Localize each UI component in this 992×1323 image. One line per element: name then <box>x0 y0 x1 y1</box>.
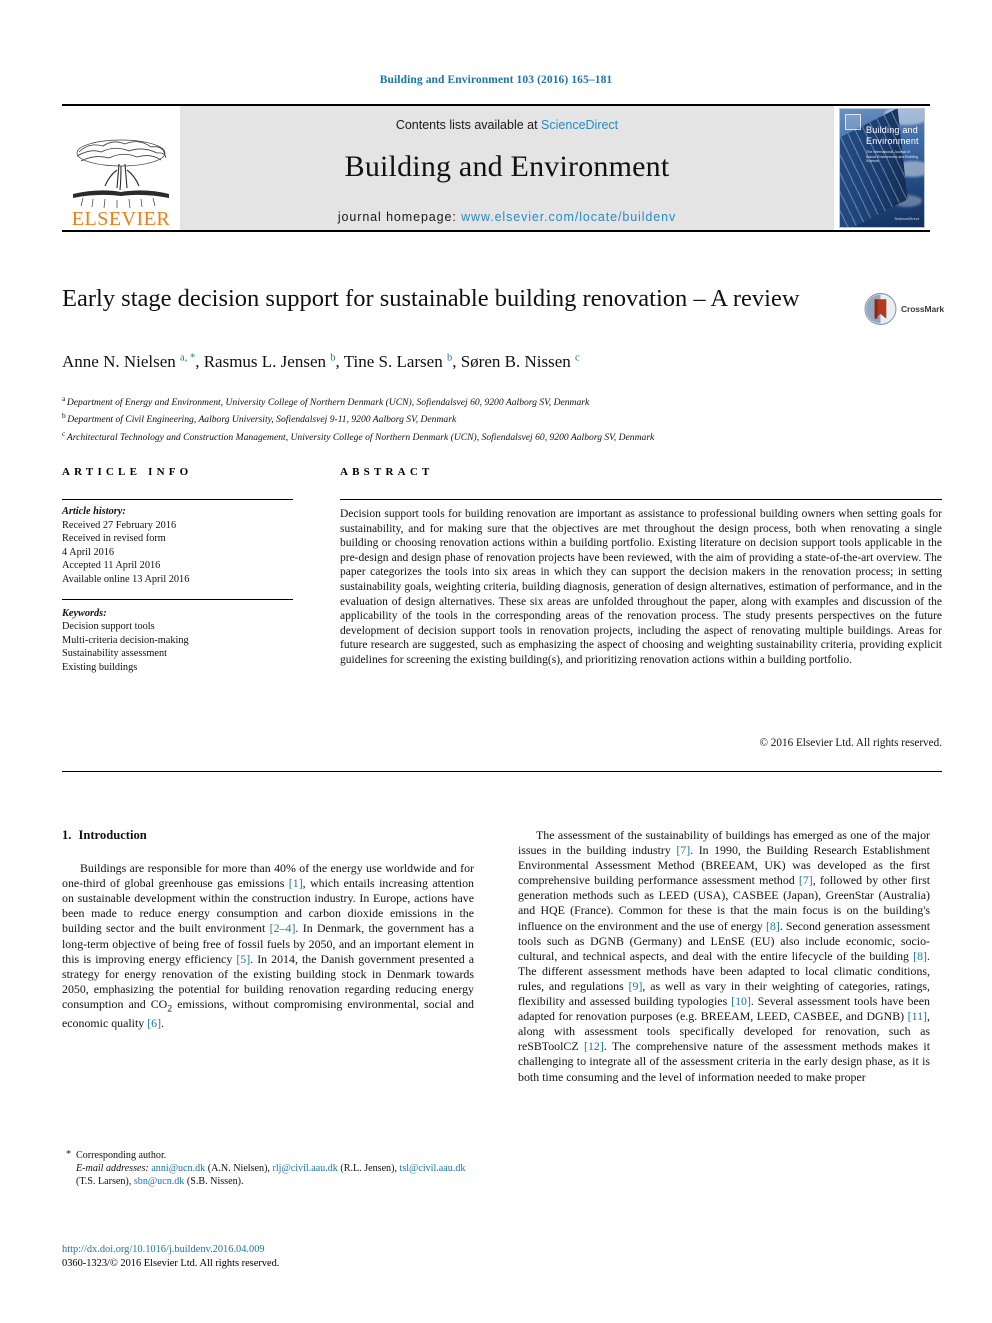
crossmark-badge[interactable]: CrossMark <box>864 288 944 330</box>
abstract-bottom-rule <box>62 771 942 772</box>
homepage-url-link[interactable]: www.elsevier.com/locate/buildenv <box>461 210 676 224</box>
keyword-item: Multi-criteria decision-making <box>62 634 189 646</box>
email-addresses-note: E-mail addresses: anni@ucn.dk (A.N. Niel… <box>62 1162 474 1188</box>
article-history-label: Article history: <box>62 506 126 517</box>
cover-elsevier-badge <box>845 114 861 130</box>
contents-prefix: Contents lists available at <box>395 118 542 132</box>
author-list: Anne N. Nielsen a, *, Rasmus L. Jensen b… <box>62 352 580 371</box>
cover-title: Building and Environment <box>866 125 919 146</box>
crossmark-label: CrossMark <box>900 304 944 314</box>
article-info-header: ARTICLE INFO <box>62 466 193 478</box>
corresponding-author-text: Corresponding author. <box>76 1150 167 1161</box>
keywords-divider <box>62 598 293 600</box>
email-label: E-mail addresses: <box>76 1163 149 1174</box>
corresponding-author-note: * Corresponding author. <box>62 1149 474 1162</box>
issn-copyright-line: 0360-1323/© 2016 Elsevier Ltd. All right… <box>62 1258 280 1269</box>
asterisk-icon: * <box>66 1149 72 1160</box>
journal-masthead: ELSEVIER Contents lists available at Sci… <box>62 104 930 232</box>
article-history-line: Available online 13 April 2016 <box>62 573 190 585</box>
affiliation-item: a Department of Energy and Environment, U… <box>62 392 942 409</box>
cover-corner-text: ScienceDirect <box>894 216 919 221</box>
journal-title: Building and Environment <box>344 150 670 183</box>
keyword-item: Existing buildings <box>62 661 138 673</box>
section-number: 1. <box>62 828 72 842</box>
paragraph: Buildings are responsible for more than … <box>62 861 474 1031</box>
elsevier-logo: ELSEVIER <box>62 106 180 230</box>
footnote-block: * Corresponding author. E-mail addresses:… <box>62 1149 474 1188</box>
crossmark-icon <box>864 293 897 325</box>
article-info-rule <box>62 499 293 500</box>
affiliation-text: Department of Energy and Environment, Un… <box>66 397 590 409</box>
affiliation-item: c Architectural Technology and Constructi… <box>62 427 942 444</box>
abstract-text: Decision support tools for building reno… <box>340 508 942 666</box>
article-history-line: 4 April 2016 <box>62 546 115 558</box>
sciencedirect-link[interactable]: ScienceDirect <box>541 118 618 132</box>
masthead-center: Contents lists available at ScienceDirec… <box>180 106 834 230</box>
doi-link[interactable]: http://dx.doi.org/10.1016/j.buildenv.201… <box>62 1243 474 1257</box>
section-heading-introduction: 1. Introduction <box>62 828 474 843</box>
article-history-line: Received 27 February 2016 <box>62 519 177 531</box>
abstract-header: ABSTRACT <box>340 466 434 478</box>
running-head: Building and Environment 103 (2016) 165–… <box>379 74 613 86</box>
elsevier-tree-icon <box>73 139 169 209</box>
article-history-line: Received in revised form <box>62 533 166 545</box>
article-info-block: Article history: Received 27 February 20… <box>62 505 298 675</box>
elsevier-wordmark: ELSEVIER <box>71 208 171 230</box>
body-column-left: 1. Introduction Buildings are responsible… <box>62 828 474 1032</box>
affiliation-text: Department of Civil Engineering, Aalborg… <box>67 414 457 426</box>
section-headers: ARTICLE INFO ABSTRACT <box>62 466 942 486</box>
homepage-label: journal homepage: <box>337 210 462 224</box>
keyword-item: Sustainability assessment <box>62 648 167 660</box>
section-label: Introduction <box>78 828 147 842</box>
journal-cover-thumbnail[interactable]: Building and Environment The Internation… <box>839 108 925 228</box>
title-block: Early stage decision support for sustain… <box>62 283 852 314</box>
body-column-right: The assessment of the sustainability of … <box>518 828 930 1085</box>
keyword-item: Decision support tools <box>62 621 155 633</box>
affiliation-item: b Department of Civil Engineering, Aalbor… <box>62 409 942 426</box>
article-history-line: Accepted 11 April 2016 <box>62 560 161 572</box>
journal-homepage-line: journal homepage: www.elsevier.com/locat… <box>338 210 676 224</box>
affiliation-text: Architectural Technology and Constructio… <box>66 431 655 443</box>
page-title: Early stage decision support for sustain… <box>62 285 800 312</box>
affiliation-list: a Department of Energy and Environment, U… <box>62 392 942 444</box>
doi-block: http://dx.doi.org/10.1016/j.buildenv.201… <box>62 1243 474 1271</box>
abstract-copyright: © 2016 Elsevier Ltd. All rights reserved… <box>759 737 943 749</box>
paragraph: The assessment of the sustainability of … <box>518 828 931 1084</box>
keywords-label: Keywords: <box>62 607 107 619</box>
journal-article-page: Building and Environment 103 (2016) 165–… <box>0 0 992 1323</box>
abstract-rule <box>340 499 942 500</box>
journal-cover-cell: Building and Environment The Internation… <box>834 106 930 230</box>
cover-subtitle: The International Journal of Indoor Envi… <box>866 150 919 164</box>
contents-available-line: Contents lists available at ScienceDirec… <box>396 118 618 132</box>
